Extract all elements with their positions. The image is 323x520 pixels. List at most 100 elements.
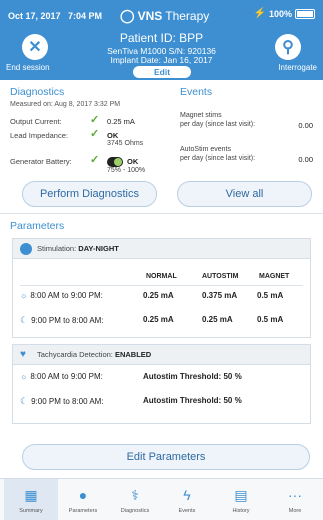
tachycardia-value: ENABLED <box>114 350 152 359</box>
implant-date: Implant Date: Jan 16, 2017 <box>110 55 213 65</box>
edit-parameters-button[interactable]: Edit Parameters <box>22 444 310 470</box>
col-magnet: MAGNET <box>259 273 290 280</box>
lead-impedance-check-icon: ✓ <box>90 128 100 140</box>
status-date: Oct 17, 2017 <box>8 11 61 21</box>
tachy-day-row-time: 8:00 AM to 9:00 PM: <box>30 372 103 381</box>
lead-impedance-label: Lead Impedance: <box>10 131 68 140</box>
battery-icon <box>295 8 315 19</box>
stimulation-card-header: Stimulation: DAY-NIGHT <box>13 239 310 259</box>
history-icon: ▤ <box>234 487 248 503</box>
sun-icon: ☼ <box>20 372 28 381</box>
brand-name-bold: VNS <box>137 9 163 23</box>
output-current-check-icon: ✓ <box>90 114 100 126</box>
tachycardia-card: ♥ Tachycardia Detection: ENABLED ☼ 8:00 … <box>12 344 311 424</box>
tachy-day-row-label: ☼ 8:00 AM to 9:00 PM: <box>20 372 103 381</box>
brand-name-light: Therapy <box>165 9 210 23</box>
battery-percent: 100% <box>268 8 292 19</box>
tachycardia-detection: Tachycardia Detection: ENABLED <box>37 350 151 359</box>
status-time: 7:04 PM <box>68 11 103 21</box>
day-normal-value: 0.25 mA <box>143 291 174 300</box>
stimulation-value: DAY-NIGHT <box>78 244 119 253</box>
events-title: Events <box>180 86 213 98</box>
tab-events[interactable]: ϟ Events <box>160 479 214 520</box>
col-autostim: AUTOSTIM <box>202 273 239 280</box>
tachy-night-threshold: Autostim Threshold: 50 % <box>143 396 242 405</box>
generator-battery-label: Generator Battery: <box>10 157 72 166</box>
stimulation-icon <box>20 243 32 255</box>
generator-battery-check-icon: ✓ <box>90 154 100 166</box>
tab-summary-label: Summary <box>19 508 43 514</box>
heart-icon: ♥ <box>20 349 26 360</box>
wand-icon: ⚲ <box>282 39 294 56</box>
night-row-time: 9:00 PM to 8:00 AM: <box>31 316 104 325</box>
events-icon: ϟ <box>183 487 191 503</box>
autostim-events-label: AutoStim events per day (since last visi… <box>180 145 255 163</box>
tab-parameters[interactable]: ● Parameters <box>56 479 110 520</box>
day-row-label: ☼ 8:00 AM to 9:00 PM: <box>20 291 103 300</box>
magnet-stims-value: 0.00 <box>298 121 313 130</box>
generator-battery-range: 75% - 100% <box>107 167 146 174</box>
tab-more-label: More <box>288 508 302 514</box>
tab-diagnostics[interactable]: ⚕ Diagnostics <box>108 479 162 520</box>
magnet-stims-label-line1: Magnet stims <box>180 112 222 119</box>
tachy-night-row-time: 9:00 PM to 8:00 AM: <box>31 397 104 406</box>
tachy-night-row-label: ☾ 9:00 PM to 8:00 AM: <box>20 396 104 407</box>
charging-icon: ⚡ <box>253 8 266 19</box>
output-current-value: 0.25 mA <box>107 117 135 126</box>
diagnostics-icon: ⚕ <box>131 487 139 503</box>
col-normal: NORMAL <box>146 273 177 280</box>
day-row-time: 8:00 AM to 9:00 PM: <box>30 291 103 300</box>
interrogate-button[interactable]: ⚲ <box>275 34 301 60</box>
sun-icon: ☼ <box>20 291 28 300</box>
summary-icon: ▦ <box>24 487 38 503</box>
day-magnet-value: 0.5 mA <box>257 291 284 300</box>
battery-status: ⚡ 100% <box>254 8 315 19</box>
tab-parameters-label: Parameters <box>68 508 98 514</box>
tachycardia-label: Tachycardia Detection: <box>37 350 113 359</box>
day-autostim-value: 0.375 mA <box>202 291 238 300</box>
tab-history[interactable]: ▤ History <box>214 479 268 520</box>
tab-events-label: Events <box>178 508 196 514</box>
brand-logo: ◯ VNS Therapy <box>120 8 209 24</box>
tab-diagnostics-label: Diagnostics <box>120 508 150 514</box>
night-row-label: ☾ 9:00 PM to 8:00 AM: <box>20 315 104 326</box>
generator-battery-value: OK <box>127 157 139 166</box>
night-magnet-value: 0.5 mA <box>257 315 284 324</box>
view-all-events-button[interactable]: View all <box>177 181 312 207</box>
tab-history-label: History <box>232 508 250 514</box>
interrogate-label: Interrogate <box>278 63 317 72</box>
lead-impedance-value: OK <box>107 131 119 140</box>
tachycardia-card-header: ♥ Tachycardia Detection: ENABLED <box>13 345 310 365</box>
night-autostim-value: 0.25 mA <box>202 315 233 324</box>
patient-header: ✕ End session Patient ID: BPP SenTiva M1… <box>0 30 323 80</box>
brand-mark-icon: ◯ <box>120 8 135 23</box>
autostim-events-label-line2: per day (since last visit): <box>180 155 256 162</box>
moon-icon: ☾ <box>20 396 29 406</box>
diagnostics-title: Diagnostics <box>10 86 65 98</box>
stimulation-label: Stimulation: <box>37 244 77 253</box>
status-bar: Oct 17, 2017 7:04 PM ◯ VNS Therapy ⚡ 100% <box>0 0 323 30</box>
night-normal-value: 0.25 mA <box>143 315 174 324</box>
output-current-label: Output Current: <box>10 117 62 126</box>
tab-more[interactable]: ··· More <box>268 479 322 520</box>
edit-patient-button[interactable]: Edit <box>133 66 191 78</box>
tab-summary[interactable]: ▦ Summary <box>4 479 58 520</box>
battery-level-icon <box>107 157 123 167</box>
moon-icon: ☾ <box>20 315 29 325</box>
magnet-stims-label: Magnet stims per day (since last visit): <box>180 111 255 129</box>
tachy-day-threshold: Autostim Threshold: 50 % <box>143 372 242 381</box>
autostim-events-value: 0.00 <box>298 155 313 164</box>
magnet-stims-label-line2: per day (since last visit): <box>180 121 256 128</box>
more-icon: ··· <box>288 487 302 503</box>
tab-bar: ▦ Summary ● Parameters ⚕ Diagnostics ϟ E… <box>0 478 323 520</box>
autostim-events-label-line1: AutoStim events <box>180 146 231 153</box>
section-divider <box>0 213 323 214</box>
stimulation-card: Stimulation: DAY-NIGHT NORMAL AUTOSTIM M… <box>12 238 311 338</box>
parameters-icon: ● <box>78 487 88 503</box>
lead-impedance-ohms: 3745 Ohms <box>107 140 144 147</box>
perform-diagnostics-button[interactable]: Perform Diagnostics <box>22 181 157 207</box>
diagnostics-measured-date: Measured on: Aug 8, 2017 3:32 PM <box>10 101 121 108</box>
parameters-title: Parameters <box>10 220 65 232</box>
table-header-divider <box>20 285 303 286</box>
stimulation-mode: Stimulation: DAY-NIGHT <box>37 244 119 253</box>
